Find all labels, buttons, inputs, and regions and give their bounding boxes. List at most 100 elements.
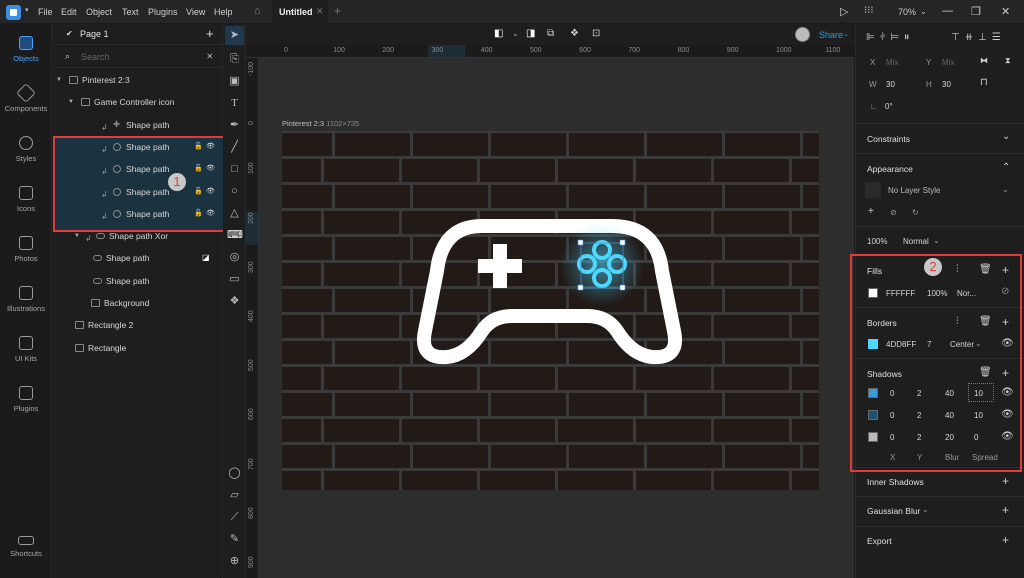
search-input[interactable]: Search (81, 52, 110, 62)
layer-row[interactable]: Shape path ◪ (53, 247, 223, 269)
layer-row[interactable]: ↲ Shape path 🔓 👁 (53, 181, 223, 203)
rail-objects[interactable]: Objects (0, 36, 52, 63)
boolean-dropdown-icon[interactable]: ⌄ (512, 29, 519, 38)
blur-dropdown-icon[interactable]: ⌄ (922, 505, 929, 514)
eye-icon[interactable]: 👁 (206, 136, 215, 158)
flip-horizontal-icon[interactable]: ⧓ (980, 56, 988, 65)
select-tool-icon[interactable]: ➤ (225, 26, 244, 45)
layer-row[interactable]: ▼ Game Controller icon (53, 91, 223, 113)
blend-dropdown-icon[interactable]: ⌄ (933, 236, 940, 245)
components-tool-icon[interactable]: ❖ (227, 294, 242, 309)
rail-shortcuts[interactable]: Shortcuts (0, 536, 52, 558)
constraints-section[interactable]: Constraints ⌄ (856, 123, 1024, 152)
unlock-icon[interactable]: 🔓 (194, 158, 203, 180)
line-tool-icon[interactable]: ╱ (227, 140, 242, 155)
rectangle-tool-icon[interactable]: □ (227, 162, 242, 177)
y-input[interactable]: Mix (942, 58, 954, 67)
layer-row[interactable]: Rectangle (53, 337, 223, 359)
knife-tool-icon[interactable]: ⟋ (227, 510, 242, 525)
pen-tool-icon[interactable]: ✒ (227, 118, 242, 133)
new-tab-icon[interactable]: + (334, 4, 341, 18)
boolean-ops-icon[interactable]: ◧ (494, 28, 503, 39)
unlock-icon[interactable]: 🔓 (194, 203, 203, 225)
mask-icon[interactable]: ◨ (526, 28, 535, 39)
lock-ratio-icon[interactable]: ⊓ (980, 77, 988, 88)
gamepad-tool-icon[interactable]: ⌨ (227, 228, 243, 243)
share-dropdown-icon[interactable]: ⌄ (843, 30, 849, 38)
tab-close-icon[interactable]: ✕ (316, 6, 324, 17)
sync-style-icon[interactable]: ⊘ (890, 208, 897, 217)
user-avatar[interactable] (795, 27, 810, 42)
menu-edit[interactable]: Edit (61, 7, 77, 17)
component-icon[interactable]: ❖ (570, 28, 579, 39)
ellipse-tool-icon[interactable]: ○ (227, 184, 242, 199)
layer-row[interactable]: Shape path (53, 270, 223, 292)
home-icon[interactable]: ⌂ (254, 5, 266, 17)
eye-icon[interactable]: 👁 (206, 181, 215, 203)
menu-object[interactable]: Object (86, 7, 112, 17)
menu-help[interactable]: Help (214, 7, 233, 17)
play-icon[interactable]: ▷ (840, 5, 848, 18)
reset-style-icon[interactable]: ↻ (912, 208, 919, 217)
zoom-tool-icon[interactable]: ⊕ (227, 554, 242, 569)
artboard-label[interactable]: Pinterest 2:3 1102×735 (282, 119, 359, 128)
align-vertical-icons[interactable]: ⊤⧺⊥☰ (951, 32, 1006, 43)
layer-row[interactable]: ↲ Shape path 🔓 👁 (53, 158, 223, 180)
artboard[interactable] (282, 131, 819, 490)
layer-row[interactable]: ↲ Shape path 🔓 👁 (53, 136, 223, 158)
menu-text[interactable]: Text (122, 7, 139, 17)
zoom-level[interactable]: 70% (898, 7, 916, 17)
opacity-input[interactable]: 100% (867, 237, 887, 246)
layer-style-dropdown-icon[interactable]: ⌄ (1002, 185, 1009, 194)
rail-illustrations[interactable]: Illustrations (0, 286, 52, 313)
rail-ui-kits[interactable]: UI Kits (0, 336, 52, 363)
expand-triangle-icon[interactable]: ▼ (68, 91, 74, 113)
app-menu-caret-icon[interactable]: ▾ (25, 6, 29, 14)
menu-plugins[interactable]: Plugins (148, 7, 178, 17)
unlock-icon[interactable]: 🔓 (194, 181, 203, 203)
layer-search[interactable]: ⌕ Search ⨯ (53, 46, 223, 68)
app-logo-icon[interactable] (6, 5, 21, 20)
add-style-icon[interactable]: + (868, 206, 874, 217)
h-input[interactable]: 30 (942, 80, 951, 89)
rail-plugins[interactable]: Plugins (0, 386, 52, 413)
avatar-tool-icon[interactable]: ◎ (227, 250, 242, 265)
hotspot-tool-icon[interactable]: ▱ (227, 488, 242, 503)
comment-tool-icon[interactable]: ◯ (227, 466, 242, 481)
minimize-icon[interactable]: — (942, 5, 953, 17)
align-horizontal-icons[interactable]: ⊫⫩⊨⏸ (866, 32, 914, 43)
rail-components[interactable]: Components (0, 83, 52, 113)
triangle-tool-icon[interactable]: △ (227, 206, 242, 221)
chevron-up-icon[interactable]: ⌃ (1002, 162, 1010, 173)
flip-vertical-icon[interactable]: ⧗ (1005, 56, 1011, 66)
add-blur-icon[interactable]: + (1002, 503, 1009, 517)
rail-icons[interactable]: Icons (0, 186, 52, 213)
expand-triangle-icon[interactable]: ▼ (56, 69, 62, 91)
chevron-down-icon[interactable]: ⌄ (1002, 131, 1010, 142)
pencil-tool-icon[interactable]: ✎ (227, 532, 242, 547)
eye-icon[interactable]: 👁 (206, 203, 215, 225)
layer-row[interactable]: ↲ ✚ Shape path (53, 114, 223, 136)
layer-row[interactable]: ▼ Pinterest 2:3 (53, 69, 223, 91)
collapse-all-icon[interactable]: ⨯ (206, 51, 214, 62)
rail-photos[interactable]: Photos (0, 236, 52, 263)
x-input[interactable]: Mix (886, 58, 898, 67)
expand-triangle-icon[interactable]: ▼ (74, 225, 80, 247)
blend-mode-select[interactable]: Normal (903, 237, 929, 246)
image-tool-icon[interactable]: ▣ (227, 74, 242, 89)
menu-file[interactable]: File (38, 7, 53, 17)
artboard-tool-icon[interactable]: ⎘ (227, 52, 242, 67)
add-page-icon[interactable]: + (206, 26, 214, 41)
w-input[interactable]: 30 (886, 80, 895, 89)
unlock-icon[interactable]: 🔓 (194, 136, 203, 158)
eye-icon[interactable]: 👁 (206, 158, 215, 180)
group-icon[interactable]: ⧉ (547, 28, 554, 39)
apps-grid-icon[interactable]: ⁝⁝⁝ (864, 5, 874, 16)
page-selector[interactable]: ✔ Page 1 + (53, 24, 223, 45)
layer-row[interactable]: ▼ ↲ Shape path Xor (53, 225, 223, 247)
gaussian-blur-title[interactable]: Gaussian Blur (867, 506, 920, 516)
layer-row[interactable]: Background (53, 292, 223, 314)
menu-view[interactable]: View (186, 7, 205, 17)
restore-icon[interactable]: ❐ (971, 5, 981, 18)
rotation-input[interactable]: 0° (885, 102, 893, 111)
